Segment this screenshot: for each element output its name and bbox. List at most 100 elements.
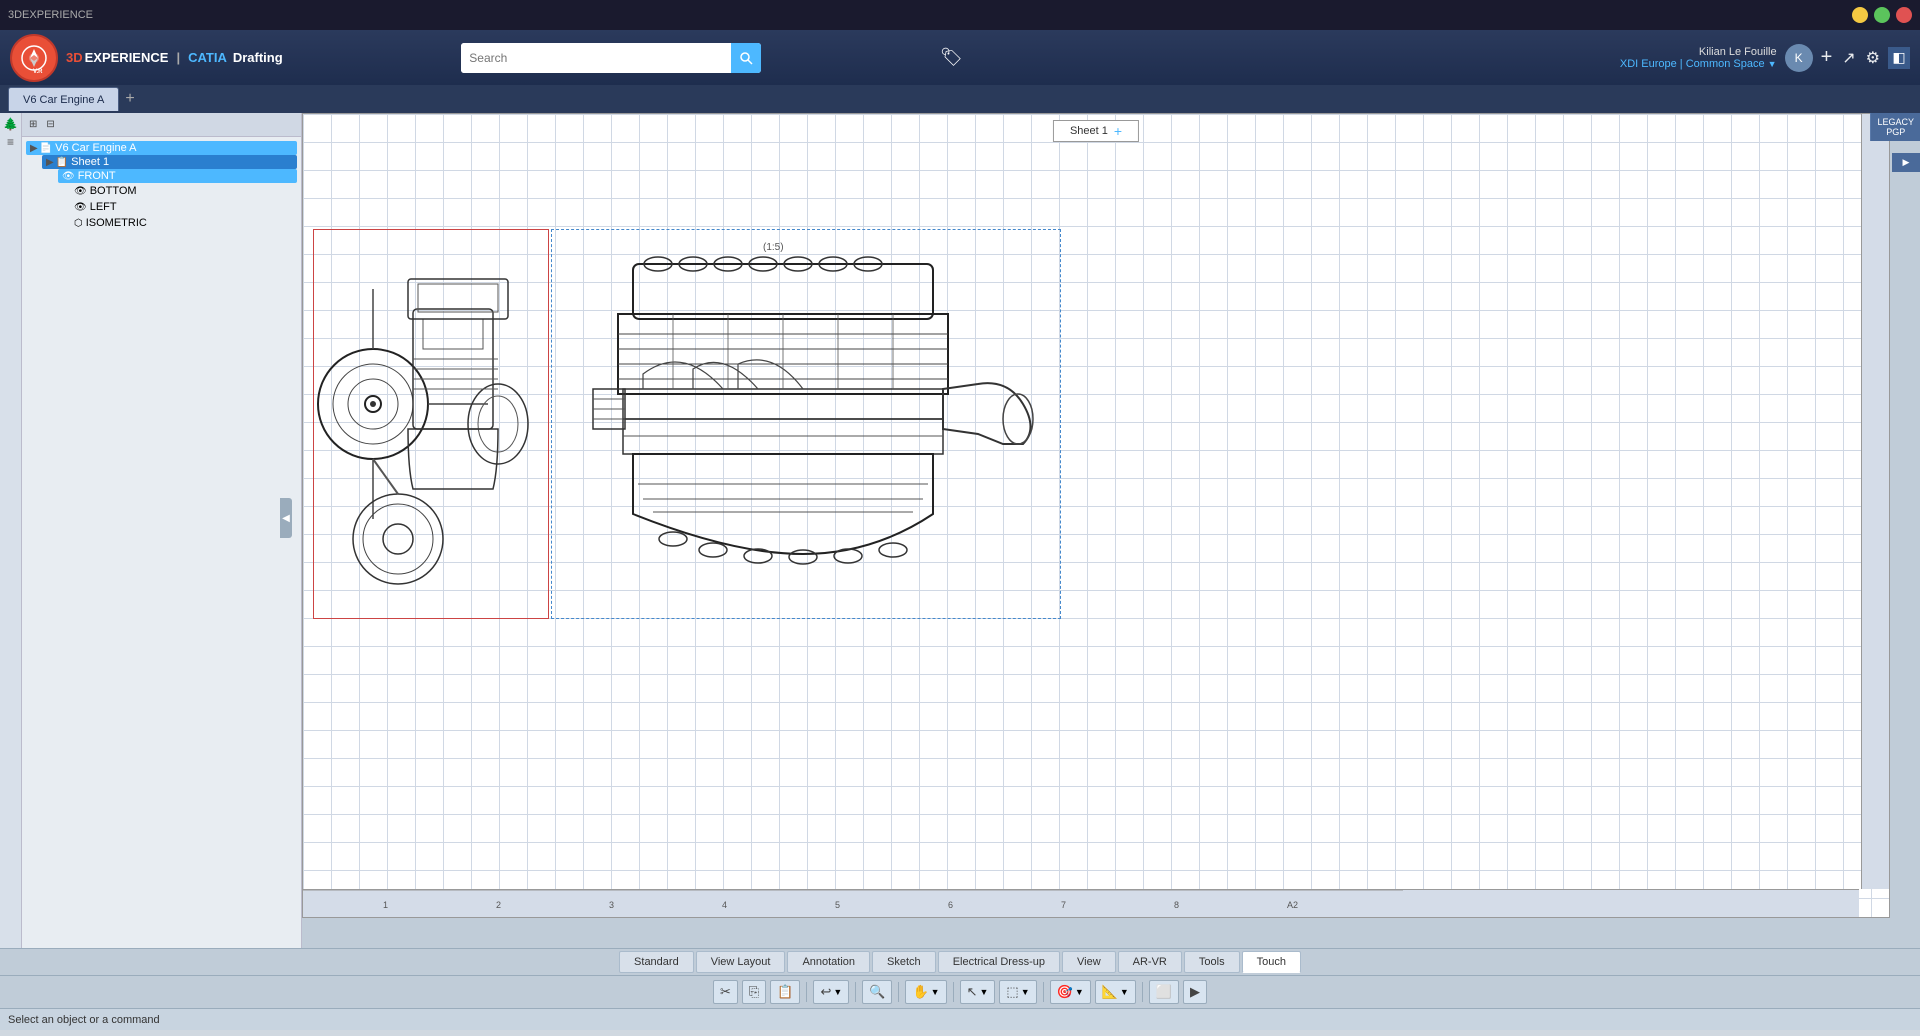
select-dropdown[interactable]: ▼ — [979, 987, 988, 997]
close-button[interactable] — [1896, 7, 1912, 23]
sheet-arrow: ▶ — [46, 157, 54, 168]
collapse-icon[interactable]: ⊟ — [43, 118, 57, 131]
tab-view-layout[interactable]: View Layout — [696, 951, 786, 973]
tree-item-bottom[interactable]: 👁 BOTTOM — [58, 183, 297, 199]
search-container — [291, 43, 932, 73]
app-icon: 3DEXPERIENCE — [8, 9, 93, 21]
tab-view[interactable]: View — [1062, 951, 1116, 973]
sidebar-toolbar: ⊞ ⊟ — [22, 113, 301, 137]
right-panel-toggle[interactable]: ▶ — [1892, 153, 1920, 172]
snap-icon: 🎯 — [1057, 984, 1073, 1000]
select-button[interactable]: ↖ ▼ — [960, 980, 996, 1004]
doc-icon: 📄 — [40, 143, 52, 154]
main-area: 🌲 ≡ ⊞ ⊟ ▶ 📄 V6 Car Engine A ▶ 📋 Sheet 1 — [0, 113, 1920, 948]
tab-sketch[interactable]: Sketch — [872, 951, 936, 973]
search-icon — [739, 51, 753, 65]
tag-icon[interactable]: 🏷 — [940, 47, 963, 68]
tab-tools[interactable]: Tools — [1184, 951, 1240, 973]
bottom-tab-bar: Standard View Layout Annotation Sketch E… — [0, 948, 1920, 976]
minimize-button[interactable] — [1852, 7, 1868, 23]
expand-arrow: ▶ — [30, 143, 38, 154]
brand-catia: CATIA — [188, 50, 227, 65]
panel-arrow-icon: ▶ — [1903, 157, 1910, 168]
user-info: Kilian Le Fouille XDI Europe | Common Sp… — [1620, 46, 1777, 70]
cut-button[interactable]: ✂ — [713, 980, 738, 1004]
pan-button[interactable]: ✋ ▼ — [905, 980, 946, 1004]
tab-ar-vr[interactable]: AR-VR — [1118, 951, 1182, 973]
sidebar-collapse-handle[interactable]: ◀ — [280, 498, 292, 538]
undo-dropdown[interactable]: ▼ — [833, 987, 842, 997]
panel-toggle-icon[interactable]: ◧ — [1888, 47, 1910, 69]
tab-bar: V6 Car Engine A + — [0, 85, 1920, 113]
copy-icon: ⎘ — [749, 984, 759, 1000]
measure-dropdown[interactable]: ▼ — [1120, 987, 1129, 997]
zoom-icon: 🔍 — [869, 984, 885, 1000]
view-icon-2: 👁 — [74, 186, 87, 197]
svg-text:A2: A2 — [1287, 900, 1298, 910]
brand-module: Drafting — [233, 50, 283, 65]
multiselect-icon: ⬚ — [1006, 984, 1018, 1000]
measure-button[interactable]: 📐 ▼ — [1095, 980, 1136, 1004]
svg-text:5: 5 — [835, 900, 840, 910]
svg-text:7: 7 — [1061, 900, 1066, 910]
user-space[interactable]: XDI Europe | Common Space ▼ — [1620, 58, 1777, 70]
tree-item-isometric[interactable]: ⬡ ISOMETRIC — [58, 215, 297, 231]
tab-annotation[interactable]: Annotation — [787, 951, 870, 973]
canvas-area[interactable]: Sheet 1 + (1:5) — [302, 113, 1920, 948]
paste-button[interactable]: 📋 — [770, 980, 800, 1004]
tab-v6-engine[interactable]: V6 Car Engine A — [8, 87, 119, 111]
undo-button[interactable]: ↩ ▼ — [813, 980, 849, 1004]
sidebar: ⊞ ⊟ ▶ 📄 V6 Car Engine A ▶ 📋 Sheet 1 — [22, 113, 302, 948]
brand-logo: 3DEXPERIENCE | CATIA Drafting — [66, 50, 283, 65]
app-title: 3DEXPERIENCE — [8, 9, 93, 21]
search-button[interactable] — [731, 43, 761, 73]
zoom-button[interactable]: 🔍 — [862, 980, 892, 1004]
copy-button[interactable]: ⎘ — [742, 980, 766, 1004]
main-toolbar: V,R 3DEXPERIENCE | CATIA Drafting 🏷 Kili… — [0, 30, 1920, 85]
tree-item-v6-engine[interactable]: ▶ 📄 V6 Car Engine A — [26, 141, 297, 155]
search-bar — [461, 43, 761, 73]
brand-experience: EXPERIENCE — [85, 50, 169, 65]
titlebar: 3DEXPERIENCE — [0, 0, 1920, 30]
legacy-pgp-badge[interactable]: LEGACY PGP — [1870, 113, 1920, 141]
share-icon[interactable]: ↗ — [1842, 48, 1855, 68]
next-button[interactable]: ▶ — [1183, 980, 1207, 1004]
svg-text:2: 2 — [496, 900, 501, 910]
compass-button[interactable]: V,R — [10, 34, 58, 82]
tab-electrical[interactable]: Electrical Dress-up — [938, 951, 1060, 973]
compass-icon: V,R — [19, 43, 49, 73]
add-icon[interactable]: + — [1821, 46, 1833, 69]
view-icon-3: 👁 — [74, 202, 87, 213]
multiselect-button[interactable]: ⬚ ▼ — [999, 980, 1036, 1004]
snap-dropdown[interactable]: ▼ — [1075, 987, 1084, 997]
add-sheet-button[interactable]: + — [1114, 123, 1122, 139]
restore-button[interactable] — [1874, 7, 1890, 23]
search-input[interactable] — [461, 43, 731, 73]
pan-dropdown[interactable]: ▼ — [931, 987, 940, 997]
view-icon-4: ⬡ — [74, 218, 83, 229]
tree-item-front[interactable]: 👁 FRONT — [58, 169, 297, 183]
pan-icon: ✋ — [912, 984, 928, 1000]
properties-icon[interactable]: ≡ — [7, 135, 14, 149]
frame-button[interactable]: ⬜ — [1149, 980, 1179, 1004]
isometric-view — [313, 229, 553, 609]
tree-item-sheet1[interactable]: ▶ 📋 Sheet 1 — [42, 155, 297, 169]
tree-icon[interactable]: 🌲 — [3, 117, 18, 131]
toolbar-icons: + ↗ ⚙ — [1821, 46, 1880, 69]
settings-icon[interactable]: ⚙ — [1866, 48, 1880, 68]
avatar[interactable]: K — [1785, 44, 1813, 72]
view-icon: 👁 — [62, 171, 75, 182]
status-text: Select an object or a command — [8, 1014, 160, 1026]
tab-standard[interactable]: Standard — [619, 951, 694, 973]
status-bar: Select an object or a command — [0, 1008, 1920, 1030]
multiselect-dropdown[interactable]: ▼ — [1021, 987, 1030, 997]
snap-button[interactable]: 🎯 ▼ — [1050, 980, 1091, 1004]
add-tab-button[interactable]: + — [125, 90, 134, 108]
tree-item-left[interactable]: 👁 LEFT — [58, 199, 297, 215]
svg-text:4: 4 — [722, 900, 727, 910]
bottom-area: Standard View Layout Annotation Sketch E… — [0, 948, 1920, 1030]
tab-touch[interactable]: Touch — [1242, 951, 1301, 973]
expand-icon[interactable]: ⊞ — [26, 118, 40, 131]
front-engine-svg — [563, 244, 1053, 614]
ruler-svg: 1 2 3 4 5 6 7 8 A2 — [303, 890, 1859, 918]
